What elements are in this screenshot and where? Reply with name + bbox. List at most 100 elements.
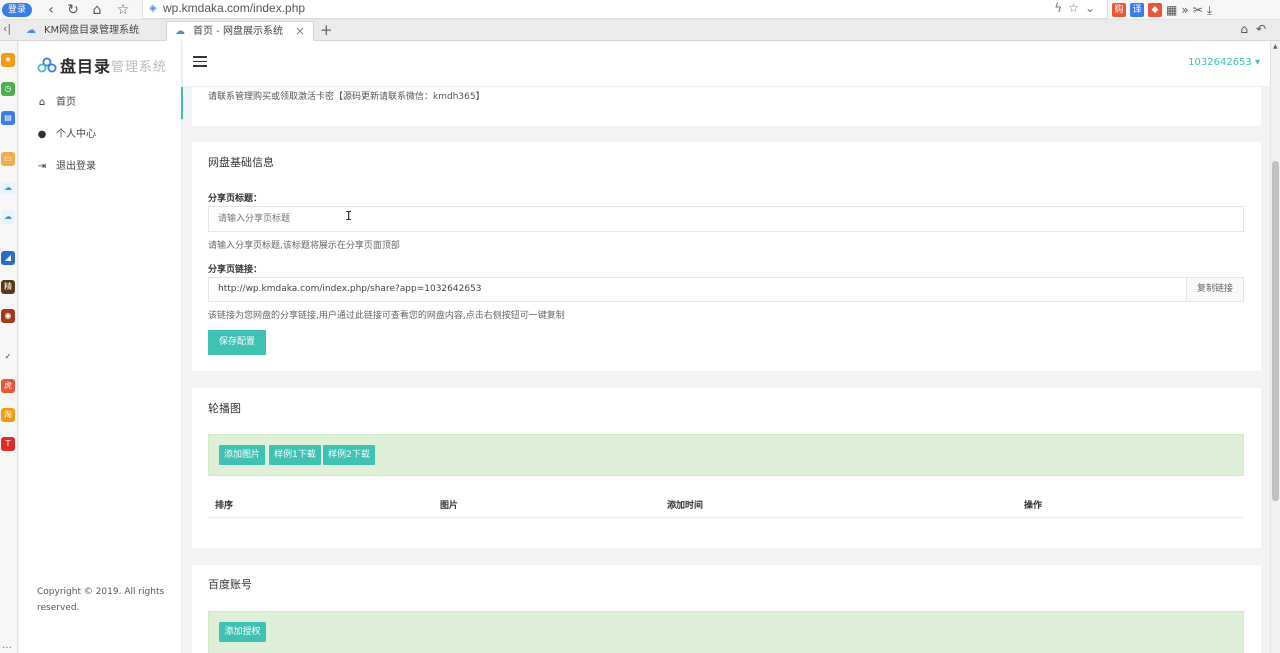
copy-link-button[interactable]: 复制链接 (1186, 278, 1243, 301)
share-link-help: 该链接为您网盘的分享链接,用户通过此链接可查看您的网盘内容,点击右侧按钮可一键复… (208, 311, 565, 321)
undo-icon[interactable]: ↶ (1256, 22, 1274, 36)
address-bar[interactable]: ◈ wp.kmdaka.com/index.php ϟ☆⌄ (142, 0, 1108, 19)
baidu-toolbar: 添加授权 (208, 611, 1244, 653)
caret-down-icon: ▾ (1254, 57, 1260, 68)
copyright-text: Copyright © 2019. All rights reserved. (37, 587, 165, 613)
address-text[interactable]: wp.kmdaka.com/index.php (163, 1, 305, 15)
grid-apps-icon[interactable]: ▦ (1166, 3, 1177, 17)
browser-tab-home[interactable]: ☁ 首页 - 网盘展示系统 × (166, 21, 314, 41)
baidu-account-card: 百度账号 添加授权 (192, 565, 1261, 653)
logout-icon: ⇥ (37, 161, 47, 172)
share-link-field[interactable]: http://wp.kmdaka.com/index.php/share?app… (208, 277, 1244, 302)
share-link-label: 分享页链接： (208, 265, 263, 275)
user-dropdown[interactable]: 1032642653 ▾ (1188, 57, 1260, 68)
close-icon[interactable]: × (295, 22, 305, 41)
refresh-icon[interactable]: ↻ (62, 0, 84, 20)
page-scrollbar[interactable]: ▲ (1270, 41, 1280, 653)
logo[interactable]: 盘目录 管理系统 (37, 53, 167, 77)
sidebar-item-home[interactable]: ⌂ 首页 (19, 87, 183, 119)
sidebar-item-label: 退出登录 (56, 161, 96, 172)
scroll-up-icon[interactable]: ▲ (1273, 43, 1278, 50)
bag-icon[interactable]: ⌂ (1240, 22, 1256, 36)
scissors-icon[interactable]: ✂ (1193, 3, 1203, 17)
share-title-help: 请输入分享页标题,该标题将展示在分享页面顶部 (208, 241, 400, 251)
browser-login-button[interactable]: 登录 (2, 3, 32, 17)
home-icon[interactable]: ⌂ (86, 0, 108, 20)
username: 1032642653 (1188, 57, 1252, 68)
tiger-icon[interactable]: 虎 (1, 379, 15, 393)
more-icon[interactable]: … (2, 640, 12, 651)
tmall-icon[interactable]: T (1, 437, 15, 451)
sample2-download-button[interactable]: 样例2下载 (323, 445, 375, 465)
sidebar-item-profile[interactable]: ● 个人中心 (19, 119, 182, 151)
user-icon: ● (37, 129, 47, 140)
tab-title: 首页 - 网盘展示系统 (193, 26, 283, 37)
favorites-icon[interactable]: ★ (1, 53, 15, 67)
new-tab-icon[interactable]: + (320, 20, 333, 41)
admin-sidebar: 盘目录 管理系统 ⌂ 首页 ● 个人中心 ⇥ 退出登录 Copyright © … (19, 41, 183, 653)
column-header[interactable]: 添加时间 (667, 498, 703, 511)
browser-toolbar: 登录 ‹ ↻ ⌂ ☆ ◈ wp.kmdaka.com/index.php ϟ☆⌄… (0, 0, 1280, 20)
sidebar-menu: ⌂ 首页 ● 个人中心 ⇥ 退出登录 (19, 87, 183, 183)
cloud-icon[interactable]: ☁ (1, 210, 15, 224)
sidebar-item-label: 首页 (56, 97, 76, 108)
notes-icon[interactable]: ▭ (1, 152, 15, 166)
card-title: 网盘基础信息 (208, 156, 274, 169)
tab-strip: ‹| ☁ KM网盘目录管理系统 ☁ 首页 - 网盘展示系统 × + ⌂↶ (0, 20, 1280, 41)
notice-text: 请联系管理购买或领取激活卡密【源码更新请联系微信：kmdh365】 (208, 92, 485, 102)
translate-extension-icon[interactable]: 译 (1130, 3, 1144, 17)
tab-title: KM网盘目录管理系统 (44, 25, 140, 36)
save-button[interactable]: 保存配置 (208, 330, 266, 355)
sidebar-toggle-icon[interactable]: ‹| (3, 22, 11, 35)
sidebar-item-logout[interactable]: ⇥ 退出登录 (19, 151, 182, 183)
browser-sidebar: ★ ◷ ▤ ▭ ☁ ☁ ◢ 精 ◉ ✓ 虎 淘 T … (0, 41, 18, 653)
cloud-icon[interactable]: ☁ (1, 181, 15, 195)
logo-title: 盘目录 (60, 57, 112, 76)
tab-actions: ⌂↶ (1240, 22, 1274, 36)
add-image-button[interactable]: 添加图片 (219, 445, 265, 465)
main-content: 请联系管理购买或领取激活卡密【源码更新请联系微信：kmdh365】 网盘基础信息… (183, 87, 1270, 653)
shopping-extension-icon[interactable]: 购 (1112, 3, 1126, 17)
favorite-star-icon[interactable]: ☆ (1068, 1, 1085, 15)
card-title: 轮播图 (208, 402, 241, 415)
home-icon: ⌂ (38, 97, 46, 108)
game-extension-icon[interactable]: ◆ (1148, 3, 1162, 17)
carousel-table-header: 排序 图片 添加时间 操作 (208, 488, 1244, 518)
nike-icon[interactable]: ✓ (1, 350, 15, 364)
game-icon[interactable]: 精 (1, 280, 15, 294)
clock-icon[interactable]: ◷ (1, 82, 15, 96)
extension-bar: 购 译 ◆ ▦ » ✂ ⤓ (1112, 1, 1212, 19)
back-icon[interactable]: ‹ (40, 0, 62, 20)
share-link-value[interactable]: http://wp.kmdaka.com/index.php/share?app… (218, 284, 482, 294)
cloud-logo-icon (37, 57, 57, 73)
sample1-download-button[interactable]: 样例1下载 (269, 445, 321, 465)
more-extensions-icon[interactable]: » (1181, 3, 1188, 17)
game-icon[interactable]: ◢ (1, 251, 15, 265)
bookmark-star-icon[interactable]: ☆ (112, 0, 134, 20)
scroll-thumb[interactable] (1272, 161, 1279, 501)
game-icon[interactable]: ◉ (1, 309, 15, 323)
carousel-toolbar: 添加图片 样例1下载 样例2下载 (208, 434, 1244, 476)
carousel-card: 轮播图 添加图片 样例1下载 样例2下载 排序 图片 添加时间 操作 (192, 388, 1261, 548)
cloud-icon: ☁ (26, 25, 36, 36)
dropdown-icon[interactable]: ⌄ (1085, 1, 1101, 15)
download-icon[interactable]: ⤓ (1207, 3, 1212, 17)
lightning-icon[interactable]: ϟ (1054, 1, 1068, 15)
calendar-icon[interactable]: ▤ (1, 111, 15, 125)
column-header[interactable]: 排序 (215, 498, 233, 511)
text-cursor-icon: I (345, 209, 353, 223)
top-header: 1032642653 ▾ (183, 41, 1270, 87)
shield-icon: ◈ (149, 3, 157, 14)
disk-info-card: 网盘基础信息 分享页标题： 请输入分享页标题,该标题将展示在分享页面顶部 分享页… (192, 142, 1261, 371)
browser-tab-km[interactable]: ☁ KM网盘目录管理系统 (18, 21, 166, 41)
taobao-icon[interactable]: 淘 (1, 408, 15, 422)
share-title-input[interactable] (208, 206, 1244, 232)
column-header[interactable]: 图片 (440, 498, 458, 511)
add-authorization-button[interactable]: 添加授权 (219, 622, 266, 642)
share-title-label: 分享页标题： (208, 194, 263, 204)
menu-toggle-icon[interactable] (193, 56, 207, 68)
column-header[interactable]: 操作 (1024, 498, 1042, 511)
card-title: 百度账号 (208, 578, 252, 591)
cloud-icon: ☁ (175, 26, 185, 37)
notice-card: 请联系管理购买或领取激活卡密【源码更新请联系微信：kmdh365】 (192, 87, 1261, 126)
